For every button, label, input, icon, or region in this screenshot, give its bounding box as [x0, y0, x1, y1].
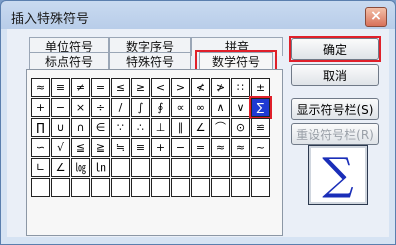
- symbol-grid: ≈ ≡ ≠ = ≤ ≥ < > ≮ ≯ ∷ ± + − × ÷ / ∫ ∮ ∝ ∞ ∧ ∨ ∑ ∏ ∪ ∩ ∈ ∵ ∴ ⊥ ∥ ∠ ⌒ ⊙ ≌ ∽ √ ≦ ≧…: [31, 78, 272, 197]
- symbol-cell[interactable]: /: [111, 98, 130, 117]
- symbol-cell[interactable]: ≈: [31, 78, 50, 97]
- symbol-cell[interactable]: ≠: [71, 78, 90, 97]
- ok-button-highlight: [289, 36, 381, 62]
- symbol-cell[interactable]: ⌒: [211, 118, 230, 137]
- symbol-cell[interactable]: =: [191, 138, 210, 157]
- symbol-cell[interactable]: √: [51, 138, 70, 157]
- symbol-cell[interactable]: ≯: [211, 78, 230, 97]
- symbol-cell[interactable]: ≈: [211, 138, 230, 157]
- symbol-cell[interactable]: [251, 158, 270, 177]
- symbol-cell[interactable]: [231, 158, 250, 177]
- symbol-cell[interactable]: ≌: [251, 118, 270, 137]
- symbol-cell[interactable]: ±: [251, 78, 270, 97]
- symbol-cell[interactable]: [171, 178, 190, 197]
- symbol-cell[interactable]: ∧: [211, 98, 230, 117]
- symbol-cell[interactable]: [91, 178, 110, 197]
- symbol-cell[interactable]: ≡: [131, 138, 150, 157]
- symbol-cell[interactable]: +: [31, 98, 50, 117]
- symbol-cell[interactable]: ∫: [131, 98, 150, 117]
- symbol-cell[interactable]: >: [171, 78, 190, 97]
- symbol-cell[interactable]: [111, 178, 130, 197]
- symbol-cell[interactable]: [151, 178, 170, 197]
- preview-symbol: ∑: [322, 149, 354, 200]
- symbol-cell[interactable]: [211, 158, 230, 177]
- symbol-cell[interactable]: [131, 158, 150, 177]
- symbol-cell[interactable]: =: [91, 78, 110, 97]
- symbol-cell[interactable]: +: [151, 138, 170, 157]
- dialog-title: 插入特殊符号: [11, 12, 90, 27]
- show-symbol-bar-button[interactable]: 显示符号栏(S): [291, 98, 379, 120]
- symbol-cell[interactable]: [51, 178, 70, 197]
- symbol-cell[interactable]: [211, 178, 230, 197]
- reset-symbol-bar-button[interactable]: 重设符号栏(R): [291, 123, 379, 145]
- symbol-cell[interactable]: ∈: [91, 118, 110, 137]
- symbol-cell[interactable]: [31, 178, 50, 197]
- symbol-cell[interactable]: ∠: [51, 158, 70, 177]
- symbol-cell[interactable]: ∝: [171, 98, 190, 117]
- symbol-cell[interactable]: ~: [251, 138, 270, 157]
- symbol-preview: ∑: [308, 145, 368, 205]
- symbol-cell[interactable]: −: [51, 98, 70, 117]
- symbol-cell[interactable]: [111, 158, 130, 177]
- symbol-panel: ≈ ≡ ≠ = ≤ ≥ < > ≮ ≯ ∷ ± + − × ÷ / ∫ ∮ ∝ ∞ ∧ ∨ ∑ ∏ ∪ ∩ ∈ ∵ ∴ ⊥ ∥ ∠ ⌒ ⊙ ≌ ∽ √ ≦ ≧…: [26, 69, 283, 236]
- symbol-cell[interactable]: ∠: [191, 118, 210, 137]
- close-button[interactable]: ×: [365, 7, 387, 27]
- symbol-cell[interactable]: ∷: [231, 78, 250, 97]
- symbol-cell[interactable]: ∥: [171, 118, 190, 137]
- symbol-cell[interactable]: ㏒: [71, 158, 90, 177]
- cancel-button[interactable]: 取消: [291, 64, 379, 86]
- symbol-cell[interactable]: ∵: [111, 118, 130, 137]
- symbol-cell[interactable]: [191, 158, 210, 177]
- symbol-cell[interactable]: ≧: [91, 138, 110, 157]
- symbol-cell[interactable]: −: [171, 138, 190, 157]
- symbol-cell[interactable]: ∪: [51, 118, 70, 137]
- symbol-cell[interactable]: ∩: [71, 118, 90, 137]
- symbol-cell[interactable]: ∑: [249, 96, 272, 119]
- symbol-cell[interactable]: ≒: [111, 138, 130, 157]
- symbol-cell[interactable]: ⊙: [231, 118, 250, 137]
- symbol-cell[interactable]: ≮: [191, 78, 210, 97]
- symbol-cell[interactable]: ∞: [191, 98, 210, 117]
- symbol-cell[interactable]: [71, 178, 90, 197]
- symbol-cell[interactable]: ㏑: [91, 158, 110, 177]
- symbol-cell[interactable]: ≥: [131, 78, 150, 97]
- symbol-cell[interactable]: ≡: [51, 78, 70, 97]
- insert-symbol-dialog: 插入特殊符号 × 单位符号 数字序号 拼音 标点符号 特殊符号 数学符号 ≈ ≡ ≠…: [0, 0, 396, 245]
- symbol-cell[interactable]: ∏: [31, 118, 50, 137]
- symbol-cell[interactable]: ∮: [151, 98, 170, 117]
- symbol-cell[interactable]: ⊥: [151, 118, 170, 137]
- symbol-cell[interactable]: ∽: [31, 138, 50, 157]
- symbol-cell[interactable]: ∨: [231, 98, 250, 117]
- symbol-cell[interactable]: [191, 178, 210, 197]
- title-bar: 插入特殊符号 ×: [1, 1, 395, 31]
- symbol-cell[interactable]: ≦: [71, 138, 90, 157]
- symbol-cell[interactable]: <: [151, 78, 170, 97]
- math-tab-highlight: [195, 50, 277, 71]
- symbol-cell[interactable]: [151, 158, 170, 177]
- symbol-cell[interactable]: [251, 178, 270, 197]
- symbol-cell[interactable]: ÷: [91, 98, 110, 117]
- symbol-cell[interactable]: ∴: [131, 118, 150, 137]
- symbol-cell[interactable]: ≤: [111, 78, 130, 97]
- symbol-cell[interactable]: ≈: [231, 138, 250, 157]
- symbol-cell[interactable]: ×: [71, 98, 90, 117]
- symbol-cell[interactable]: ∟: [31, 158, 50, 177]
- symbol-cell[interactable]: [171, 158, 190, 177]
- symbol-cell[interactable]: [231, 178, 250, 197]
- symbol-cell[interactable]: [131, 178, 150, 197]
